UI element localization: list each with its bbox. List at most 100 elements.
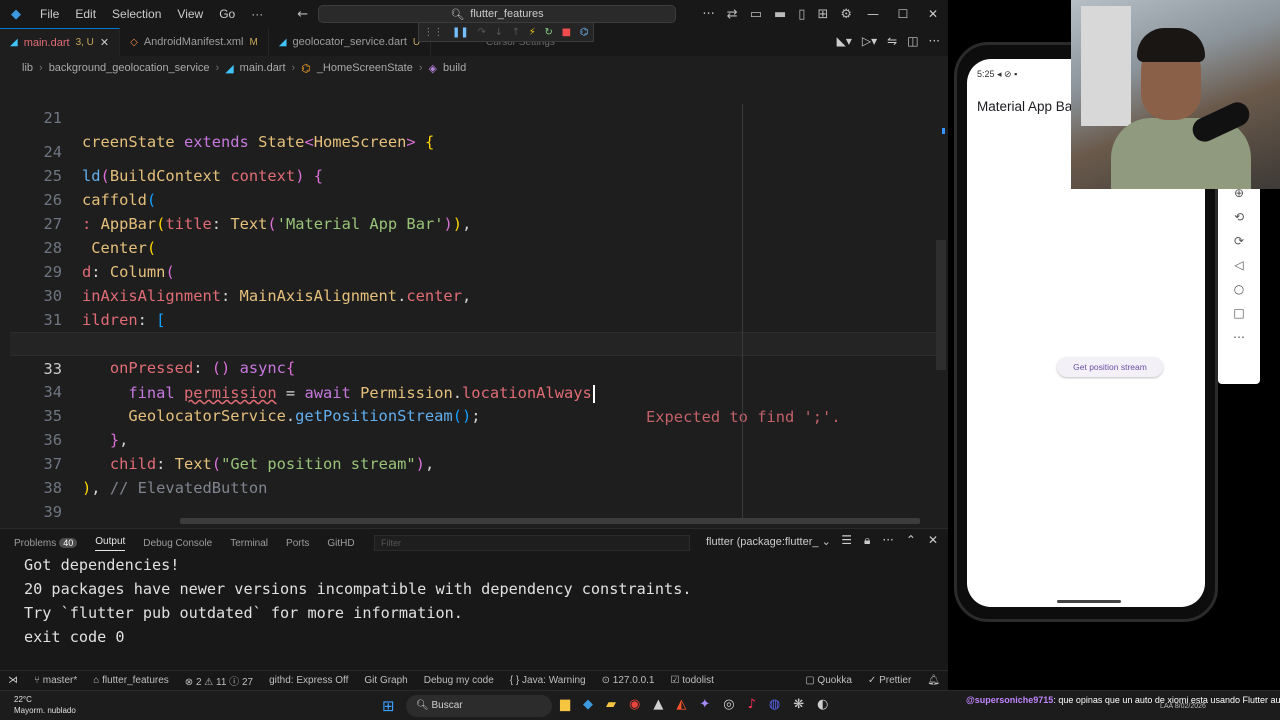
run-icon[interactable]: ▷▾ (862, 34, 877, 48)
step-into-icon[interactable]: ↓ (495, 27, 503, 38)
menu-selection[interactable]: Selection (104, 7, 169, 21)
step-over-icon[interactable]: ↷ (478, 27, 486, 38)
horizontal-scrollbar[interactable] (180, 518, 920, 524)
close-window-icon[interactable]: ✕ (918, 7, 948, 21)
pause-icon[interactable]: ❚❚ (452, 27, 469, 38)
split-editor-icon[interactable]: ◫ (907, 34, 918, 48)
layout-secondary-icon[interactable]: ▯ (792, 7, 811, 22)
stop-icon[interactable]: ■ (562, 27, 571, 38)
menu-file[interactable]: File (32, 7, 67, 21)
lock-icon[interactable]: 🔒︎ (864, 533, 870, 548)
minimize-icon[interactable]: — (858, 7, 888, 21)
more-icon[interactable]: ··· (696, 7, 720, 22)
prettier-label: Prettier (879, 675, 912, 686)
live-host[interactable]: ⊙ 127.0.0.1 (594, 675, 663, 686)
close-tab-icon[interactable]: ✕ (100, 36, 109, 49)
problems-badge: 40 (59, 537, 78, 548)
drag-handle-icon[interactable]: ⋮⋮ (423, 27, 443, 38)
breadcrumb-item[interactable]: background_geolocation_service (49, 62, 210, 74)
app-icon[interactable]: ◐ (817, 697, 828, 712)
tab-main-dart[interactable]: ◢ main.dart 3, U ✕ (0, 28, 121, 56)
cursor-app-icon[interactable]: ▲ (653, 697, 663, 712)
flutter-run-icon[interactable]: ◣▾ (837, 34, 852, 48)
output-filter-input[interactable]: Filter (374, 535, 690, 551)
code-line: 30 ildren: [ (10, 260, 938, 329)
breadcrumb-item[interactable]: main.dart (240, 62, 286, 74)
chrome-icon[interactable]: ◉ (629, 697, 640, 712)
tab-android-manifest[interactable]: ◇ AndroidManifest.xml M (120, 28, 269, 56)
layout-panel-icon[interactable]: ▬ (768, 7, 792, 22)
more-actions-icon[interactable]: ··· (929, 34, 940, 48)
maximize-icon[interactable]: ☐ (888, 7, 918, 21)
home-icon[interactable]: ○ (1234, 282, 1244, 296)
get-position-stream-button[interactable]: Get position stream (1057, 357, 1163, 377)
vscode-icon[interactable]: ◆ (583, 697, 593, 712)
tiktok-icon[interactable]: ♪ (748, 697, 756, 712)
quokka-status[interactable]: ▢ Quokka (797, 675, 860, 686)
vertical-scrollbar[interactable] (936, 240, 946, 370)
menu-view[interactable]: View (169, 7, 211, 21)
back-icon[interactable]: ◁ (1234, 258, 1243, 272)
list-icon[interactable]: ☰ (841, 533, 852, 548)
menu-edit[interactable]: Edit (67, 7, 104, 21)
code-line: 38 (10, 452, 938, 497)
close-panel-icon[interactable]: ✕ (928, 533, 938, 548)
rotate-right-icon[interactable]: ⟳ (1234, 234, 1244, 248)
remote-icon[interactable]: ⋊ (0, 675, 26, 686)
layout-sidebar-icon[interactable]: ▭ (744, 7, 768, 22)
githd-status[interactable]: githd: Express Off (261, 675, 356, 686)
code-editor[interactable]: 21 creenState extends State<HomeScreen> … (10, 80, 938, 520)
tab-problems[interactable]: Problems 40 (14, 537, 78, 549)
discord-icon[interactable]: ◍ (769, 697, 780, 712)
output-channel-select[interactable]: flutter (package:flutter_ ⌄ (706, 535, 831, 548)
folder-icon[interactable]: ▰ (606, 697, 616, 712)
more-icon[interactable]: ⋯ (1233, 330, 1245, 344)
todo-list[interactable]: ☑ todolist (662, 675, 721, 686)
tab-output[interactable]: Output (95, 536, 126, 551)
problems-counter[interactable]: ⊗ 2 ⚠ 11 ⓘ 27 (177, 673, 261, 688)
tab-ports[interactable]: Ports (286, 538, 309, 549)
more-icon[interactable]: ··· (882, 533, 893, 548)
project-name[interactable]: ⌂ flutter_features (85, 675, 177, 686)
layout-custom-icon[interactable]: ⊞ (811, 7, 834, 22)
weather-widget[interactable]: 22°C Mayorm. nublado (14, 694, 76, 716)
app-icon[interactable]: ◎ (723, 697, 734, 712)
breadcrumb-item[interactable]: lib (22, 62, 33, 74)
taskbar-search[interactable]: 🔍︎ Buscar (406, 695, 552, 717)
chatgpt-icon[interactable]: ❋ (793, 697, 804, 712)
notifications-icon[interactable]: 🔔︎ (919, 675, 948, 686)
restart-icon[interactable]: ↻ (545, 27, 553, 38)
command-center-search[interactable]: 🔍︎ flutter_features (318, 5, 676, 23)
tab-githd[interactable]: GitHD (327, 538, 354, 549)
swap-icon[interactable]: ⇄ (721, 7, 744, 22)
back-arrow-icon[interactable]: ← (291, 7, 314, 22)
chevron-up-icon[interactable]: ⌃ (906, 533, 916, 548)
file-explorer-icon[interactable]: ▆ (560, 697, 570, 712)
prettier-status[interactable]: ✓ Prettier (860, 675, 919, 686)
menu-go[interactable]: Go (211, 7, 243, 21)
tab-terminal[interactable]: Terminal (230, 538, 268, 549)
settings-gear-icon[interactable]: ⚙ (834, 7, 858, 22)
brave-icon[interactable]: ◭ (676, 697, 686, 712)
tab-debug-console[interactable]: Debug Console (143, 538, 212, 549)
hot-reload-icon[interactable]: ⚡ (529, 27, 536, 38)
compare-icon[interactable]: ⇋ (887, 34, 897, 48)
git-branch[interactable]: ⑂ master* (26, 675, 85, 686)
git-graph[interactable]: Git Graph (356, 675, 415, 686)
app-icon[interactable]: ✦ (699, 697, 710, 712)
tab-geolocator-service[interactable]: ◢ geolocator_service.dart U (269, 28, 432, 56)
devtools-icon[interactable]: ⌬ (580, 27, 589, 38)
breadcrumb-item[interactable]: build (443, 62, 466, 74)
overview-icon[interactable]: □ (1233, 306, 1244, 320)
code-line: 24 ld(BuildContext context) { (10, 116, 938, 185)
code-line: 39 / Column (10, 476, 938, 520)
windows-start-icon[interactable]: ⊞ (382, 698, 398, 714)
breadcrumb-item[interactable]: _HomeScreenState (317, 62, 413, 74)
menu-more[interactable]: ··· (243, 7, 271, 21)
code-line: 31 ElevatedButton( (10, 284, 938, 353)
rotate-left-icon[interactable]: ⟲ (1234, 210, 1244, 224)
code-line: 36 child: Text("Get position stream"), (10, 404, 938, 473)
debug-status[interactable]: Debug my code (416, 675, 502, 686)
step-out-icon[interactable]: ↑ (512, 27, 520, 38)
java-status[interactable]: { } Java: Warning (502, 675, 594, 686)
